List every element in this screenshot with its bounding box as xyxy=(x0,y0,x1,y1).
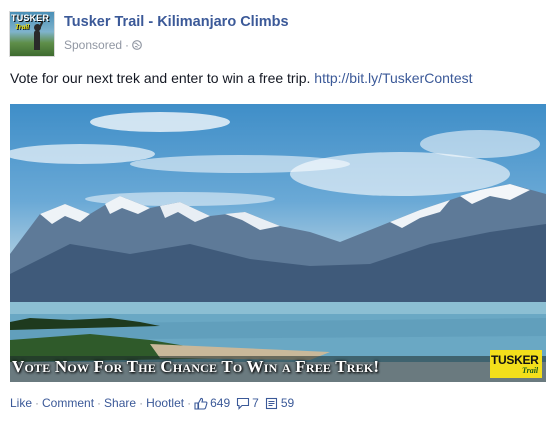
actions-separator: · xyxy=(187,396,192,410)
landscape-illustration xyxy=(10,112,546,382)
avatar-logo-sub: Trail xyxy=(15,23,30,31)
page-name-link[interactable]: Tusker Trail - Kilimanjaro Climbs xyxy=(64,14,289,30)
comment-link[interactable]: Comment xyxy=(42,396,94,410)
message-link[interactable]: http://bit.ly/TuskerContest xyxy=(314,70,472,86)
globe-icon[interactable] xyxy=(132,40,142,50)
meta-separator: · xyxy=(125,38,130,52)
shares-stat[interactable]: 59 xyxy=(265,396,294,410)
comments-stat[interactable]: 7 xyxy=(236,396,259,410)
post-message: Vote for our next trek and enter to win … xyxy=(10,70,473,86)
actions-separator: · xyxy=(97,396,102,410)
likes-stat[interactable]: 649 xyxy=(194,396,230,410)
thumbs-up-icon xyxy=(194,397,208,410)
likes-count: 649 xyxy=(210,396,231,410)
page-avatar[interactable]: TUSKER Trail xyxy=(10,12,54,56)
share-icon xyxy=(265,397,277,409)
avatar-figure xyxy=(34,30,40,50)
comments-count: 7 xyxy=(252,396,259,410)
hootlet-link[interactable]: Hootlet xyxy=(146,396,184,410)
image-logo-badge: TUSKER Trail xyxy=(490,350,542,378)
image-banner-text: Vote Now For The Chance To Win a Free Tr… xyxy=(12,357,380,376)
badge-text: TUSKER xyxy=(491,353,539,367)
sponsored-post: TUSKER Trail Tusker Trail - Kilimanjaro … xyxy=(0,0,558,427)
like-link[interactable]: Like xyxy=(10,396,32,410)
comment-bubble-icon xyxy=(237,397,250,410)
post-meta: Sponsored · xyxy=(64,38,142,52)
message-text: Vote for our next trek and enter to win … xyxy=(10,70,311,86)
post-image[interactable]: Vote Now For The Chance To Win a Free Tr… xyxy=(10,104,546,382)
shares-count: 59 xyxy=(280,396,295,410)
post-actions: Like · Comment · Share · Hootlet · 649 7 xyxy=(10,396,294,410)
actions-separator: · xyxy=(35,396,40,410)
share-link[interactable]: Share xyxy=(104,396,136,410)
actions-separator: · xyxy=(139,396,144,410)
badge-sub: Trail xyxy=(522,366,539,375)
sponsored-label[interactable]: Sponsored xyxy=(64,38,122,52)
